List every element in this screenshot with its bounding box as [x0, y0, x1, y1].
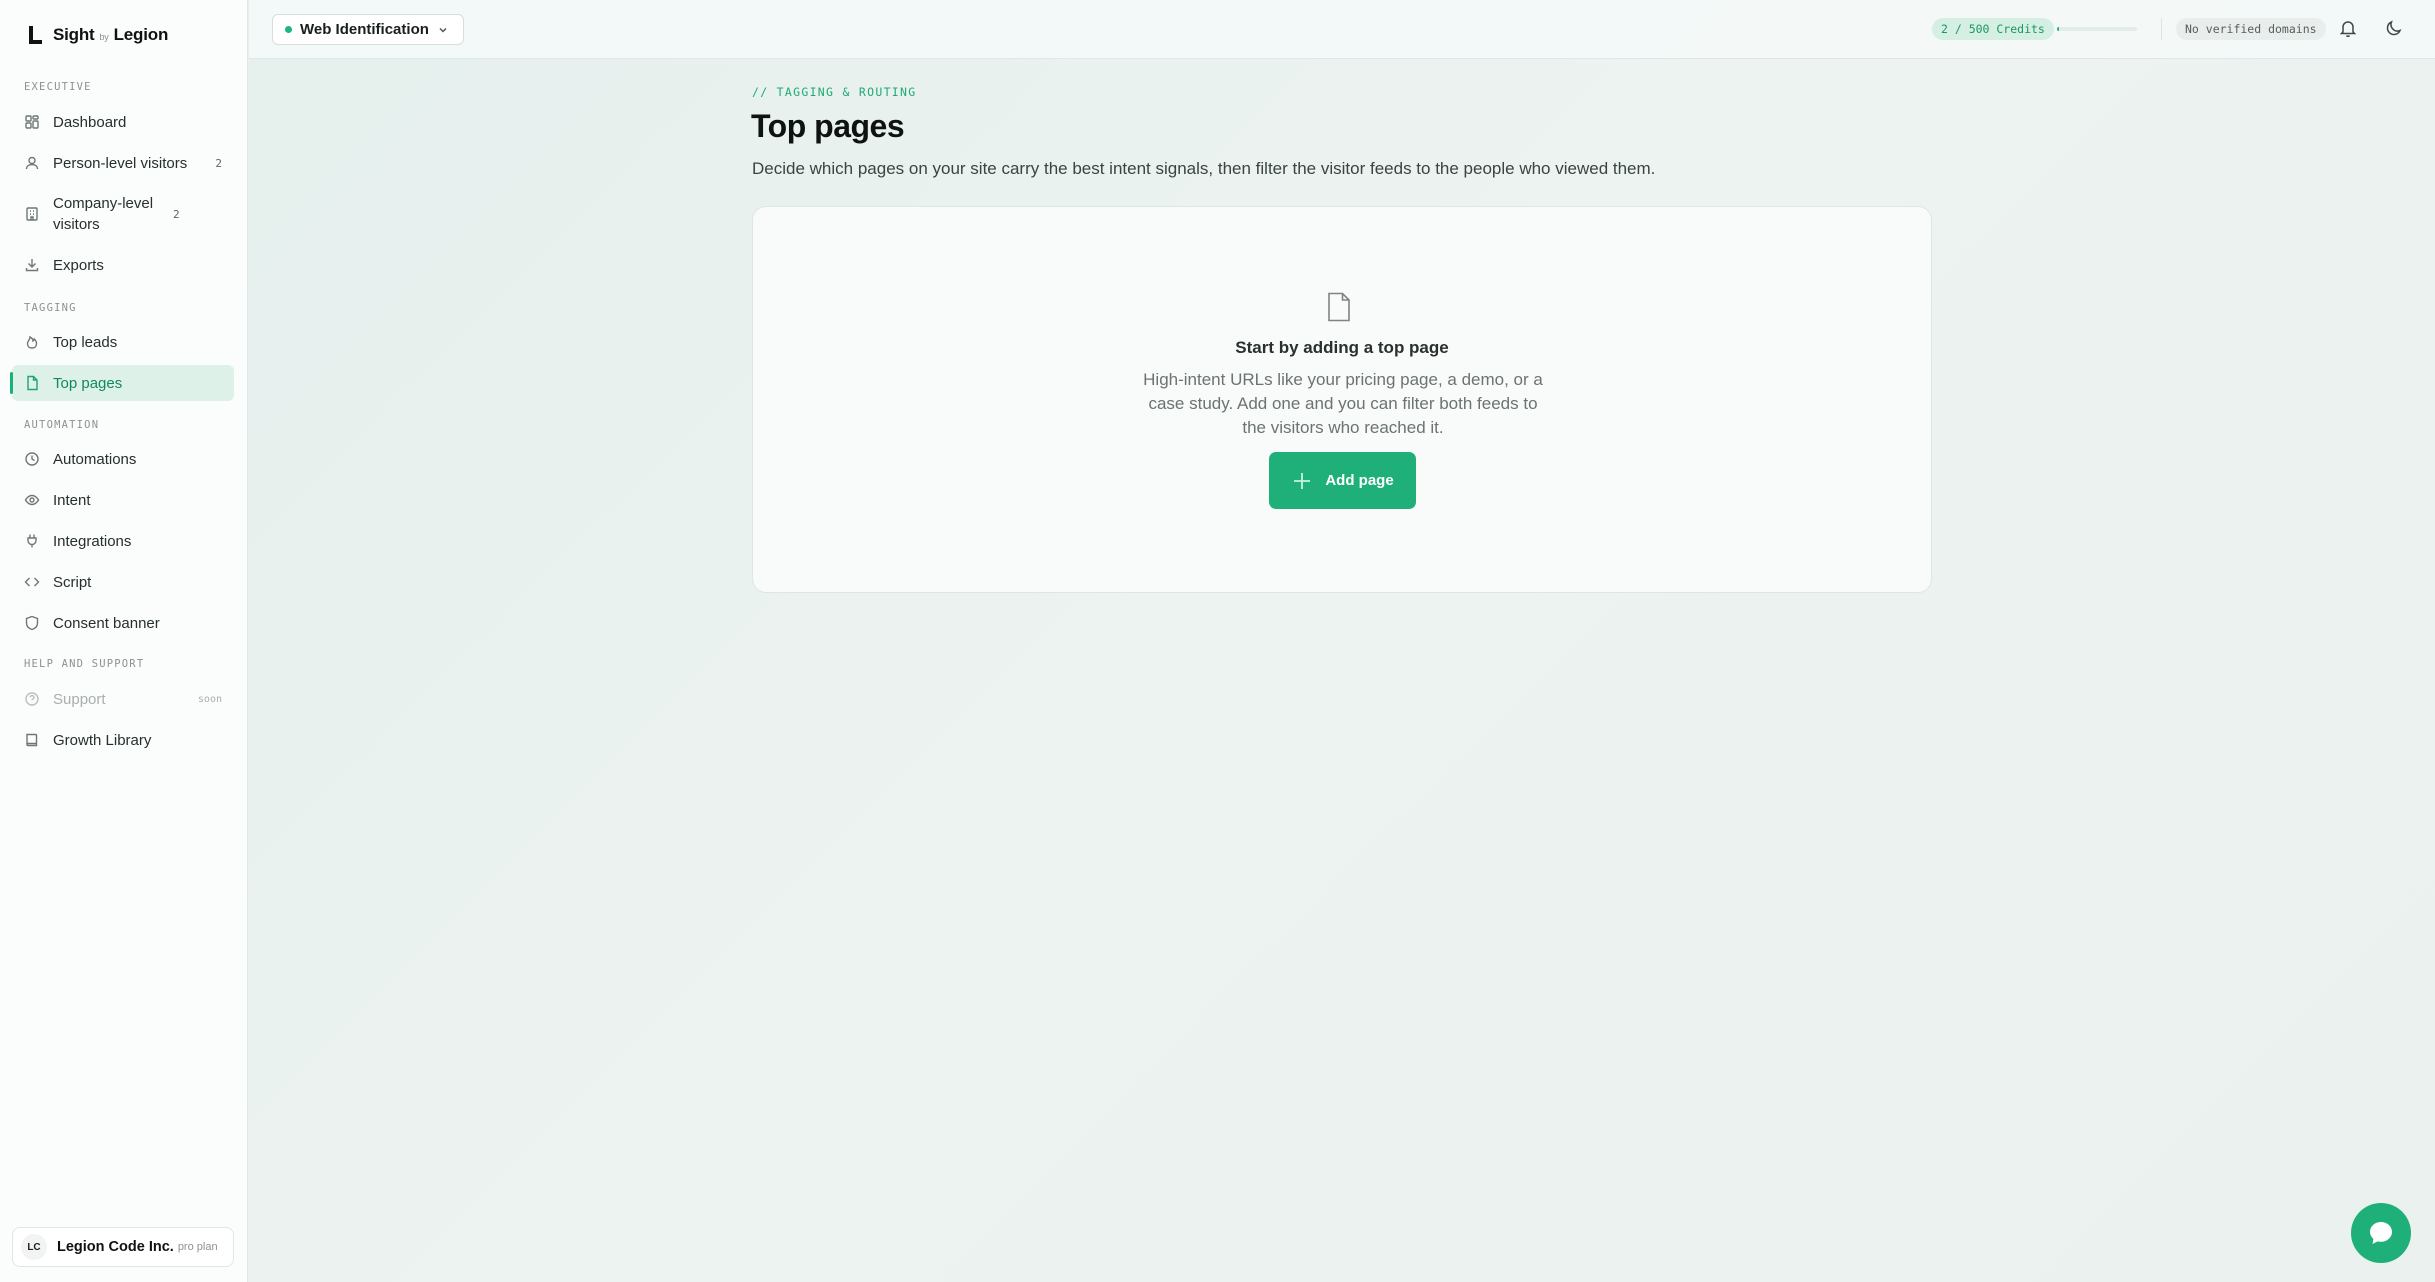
- workspace-name: Web Identification: [300, 21, 429, 38]
- sidebar-item-intent[interactable]: Intent: [12, 482, 234, 518]
- add-page-button[interactable]: Add page: [1269, 452, 1416, 509]
- empty-state-text: High-intent URLs like your pricing page,…: [1143, 370, 1543, 437]
- add-page-label: Add page: [1325, 472, 1394, 489]
- page-description: Decide which pages on your site carry th…: [752, 159, 1656, 178]
- sidebar-item-script[interactable]: Script: [12, 564, 234, 600]
- credits-progress-fill: [2057, 27, 2059, 31]
- section-label-automation: AUTOMATION: [24, 419, 100, 431]
- sidebar-item-label: Dashboard: [53, 113, 127, 131]
- credits-badge: 2 / 500 Credits: [1932, 18, 2054, 40]
- sidebar-item-automations[interactable]: Automations: [12, 441, 234, 477]
- verified-domains-badge[interactable]: No verified domains: [2176, 18, 2326, 40]
- user-icon: [25, 156, 39, 170]
- legion-logo-icon: [27, 25, 43, 45]
- sidebar-item-consent-banner[interactable]: Consent banner: [12, 605, 234, 641]
- sidebar-item-label: Automations: [53, 450, 137, 468]
- sidebar-item-label: Top leads: [53, 333, 118, 351]
- account-switcher[interactable]: LC Legion Code Inc. pro plan: [12, 1227, 234, 1267]
- book-icon: [26, 733, 38, 747]
- section-label-executive: EXECUTIVE: [24, 81, 92, 93]
- clock-icon: [25, 452, 39, 466]
- page-eyebrow: // TAGGING & ROUTING: [752, 85, 917, 99]
- sidebar-item-label: Person-level visitors: [53, 154, 188, 172]
- section-label-help-and-support: HELP AND SUPPORT: [24, 658, 145, 670]
- plus-icon: [1294, 472, 1311, 489]
- sidebar-item-top-pages[interactable]: Top pages: [10, 365, 234, 401]
- status-dot: [285, 26, 292, 33]
- sidebar-item-label: Integrations: [53, 532, 132, 550]
- section-label-tagging: TAGGING: [24, 302, 77, 314]
- bell-icon[interactable]: [2338, 18, 2358, 38]
- help-circle-icon: [25, 692, 39, 706]
- sidebar-item-dashboard[interactable]: Dashboard: [12, 104, 234, 140]
- sidebar-item-label: Consent banner: [53, 614, 160, 632]
- workspace-selector[interactable]: Web Identification: [272, 14, 464, 45]
- page-title: Top pages: [751, 108, 905, 144]
- moon-icon[interactable]: [2384, 18, 2404, 38]
- brand-logo[interactable]: Sight by Legion: [27, 22, 168, 48]
- empty-state-card: Start by adding a top page High-intent U…: [752, 206, 1932, 593]
- visitor-count-badge: 2: [215, 156, 222, 170]
- sidebar-item-label: Top pages: [53, 374, 123, 392]
- brand-company: Legion: [113, 25, 169, 44]
- sidebar-item-label: Company-level visitors: [53, 195, 154, 233]
- brand-name: Sight: [53, 25, 95, 44]
- credits-progress-bar: [2057, 27, 2137, 31]
- flame-icon: [26, 335, 38, 349]
- sidebar: Sight by Legion EXECUTIVE Dashboard Person…: [0, 0, 248, 1282]
- file-icon: [27, 375, 38, 391]
- sidebar-item-label: Exports: [53, 256, 104, 274]
- chat-launcher-button[interactable]: [2351, 1203, 2411, 1263]
- top-bar: Web Identification 2 / 500 Credits No ve…: [249, 0, 2435, 59]
- sidebar-item-top-leads[interactable]: Top leads: [12, 324, 234, 360]
- file-icon: [1328, 292, 1350, 322]
- sidebar-item-label: Intent: [53, 491, 91, 509]
- download-icon: [25, 259, 39, 272]
- sidebar-item-label: Script: [53, 573, 92, 591]
- sidebar-item-support: Support soon: [12, 681, 234, 717]
- sidebar-item-exports[interactable]: Exports: [12, 247, 234, 283]
- chevron-down-icon: [439, 27, 447, 33]
- soon-badge: soon: [197, 693, 222, 705]
- plug-icon: [27, 534, 37, 548]
- sidebar-item-integrations[interactable]: Integrations: [12, 523, 234, 559]
- sidebar-item-label: Support: [53, 690, 106, 708]
- code-icon: [24, 577, 40, 587]
- grid-icon: [25, 115, 39, 129]
- visitor-count-badge: 2: [173, 207, 180, 221]
- account-name: Legion Code Inc.: [57, 1239, 174, 1255]
- empty-state-title: Start by adding a top page: [1235, 338, 1449, 357]
- sidebar-item-person-level-visitors[interactable]: Person-level visitors 2: [12, 145, 234, 181]
- avatar: LC: [21, 1234, 47, 1260]
- divider: [2161, 18, 2162, 40]
- sidebar-item-label: Growth Library: [53, 731, 152, 749]
- sidebar-item-growth-library[interactable]: Growth Library: [12, 722, 234, 758]
- building-icon: [26, 207, 38, 221]
- account-plan: pro plan: [177, 1241, 218, 1253]
- shield-icon: [25, 615, 39, 631]
- chat-bubble-icon: [2370, 1222, 2392, 1244]
- brand-by: by: [99, 32, 109, 42]
- eye-icon: [24, 494, 40, 506]
- sidebar-item-company-level-visitors[interactable]: Company-level visitors 2: [12, 186, 234, 242]
